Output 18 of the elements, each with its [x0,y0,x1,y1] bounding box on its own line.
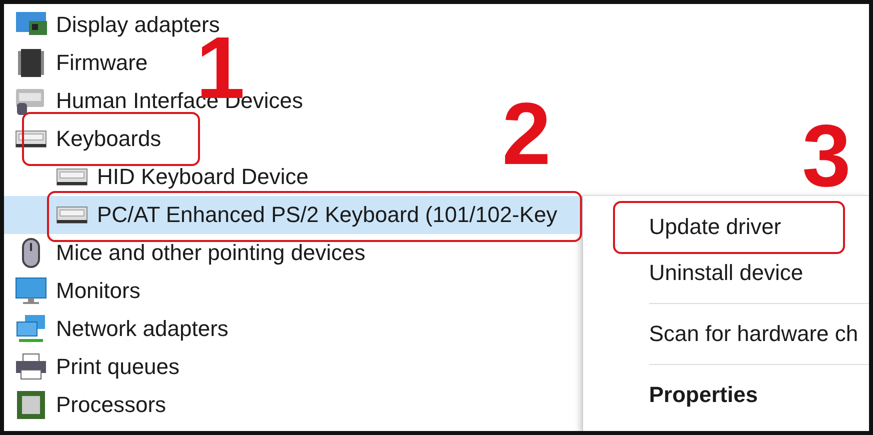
tree-item[interactable]: Keyboards [4,120,162,158]
tree-item[interactable]: Monitors [4,272,140,310]
menu-item[interactable]: Update driver [583,204,869,250]
processor-icon [14,389,48,421]
step-number: 2 [502,90,551,178]
step-number: 3 [802,112,851,200]
menu-item[interactable]: Properties [583,372,869,418]
tree-item[interactable]: PC/AT Enhanced PS/2 Keyboard (101/102-Key [4,196,582,234]
menu-item[interactable]: Uninstall device [583,250,869,296]
tree-item[interactable]: Network adapters [4,310,228,348]
network-icon [14,313,48,345]
tree-item[interactable]: Processors [4,386,166,424]
tree-item[interactable]: Mice and other pointing devices [4,234,366,272]
monitor-icon [14,275,48,307]
menu-item[interactable]: Scan for hardware ch [583,311,869,357]
tree-item[interactable]: Print queues [4,348,180,386]
tree-item[interactable]: Firmware [4,44,148,82]
tree-item[interactable]: HID Keyboard Device [4,158,309,196]
